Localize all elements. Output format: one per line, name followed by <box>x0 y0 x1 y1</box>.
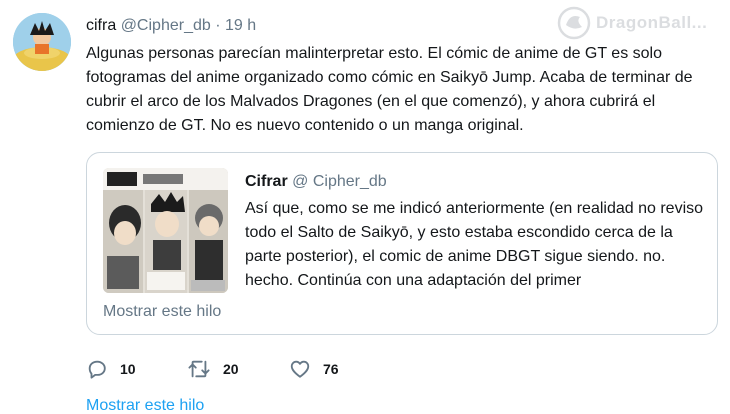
retweet-button[interactable]: 20 <box>187 357 239 381</box>
quoted-author-name[interactable]: Cifrar <box>245 173 288 190</box>
reply-button[interactable]: 10 <box>86 357 136 381</box>
reply-count: 10 <box>120 361 136 377</box>
tweet-header: cifra @Cipher_db · 19 h <box>86 16 256 36</box>
retweet-count: 20 <box>223 361 239 377</box>
timestamp[interactable]: 19 h <box>225 17 256 34</box>
quoted-tweet-header: Cifrar @ Cipher_db <box>245 172 387 192</box>
avatar-image <box>13 13 71 71</box>
like-button[interactable]: 76 <box>289 357 339 381</box>
quoted-author-handle[interactable]: @ Cipher_db <box>292 173 387 190</box>
quoted-tweet[interactable]: Cifrar @ Cipher_db Así que, como se me i… <box>86 152 718 335</box>
watermark-text: DragonBall... <box>596 13 708 32</box>
retweet-icon <box>188 360 210 378</box>
tweet[interactable]: cifra @Cipher_db · 19 h DragonBall... Al… <box>0 0 730 414</box>
quoted-tweet-image[interactable] <box>103 168 228 293</box>
dragon-logo-icon <box>557 6 591 40</box>
author-name[interactable]: cifra <box>86 17 116 34</box>
quoted-tweet-text: Así que, como se me indicó anteriormente… <box>245 200 704 289</box>
author-handle[interactable]: @Cipher_db <box>121 17 211 34</box>
heart-icon <box>290 360 310 378</box>
show-thread-link[interactable]: Mostrar este hilo <box>86 397 204 414</box>
tweet-text: Algunas personas parecían malinterpretar… <box>86 45 693 134</box>
like-count: 76 <box>323 361 339 377</box>
manga-page-image <box>103 168 228 293</box>
avatar[interactable] <box>13 13 71 71</box>
quoted-show-thread-link[interactable]: Mostrar este hilo <box>103 303 221 321</box>
separator-dot: · <box>215 17 221 34</box>
reply-icon <box>88 360 106 379</box>
watermark: DragonBall... <box>556 4 726 42</box>
